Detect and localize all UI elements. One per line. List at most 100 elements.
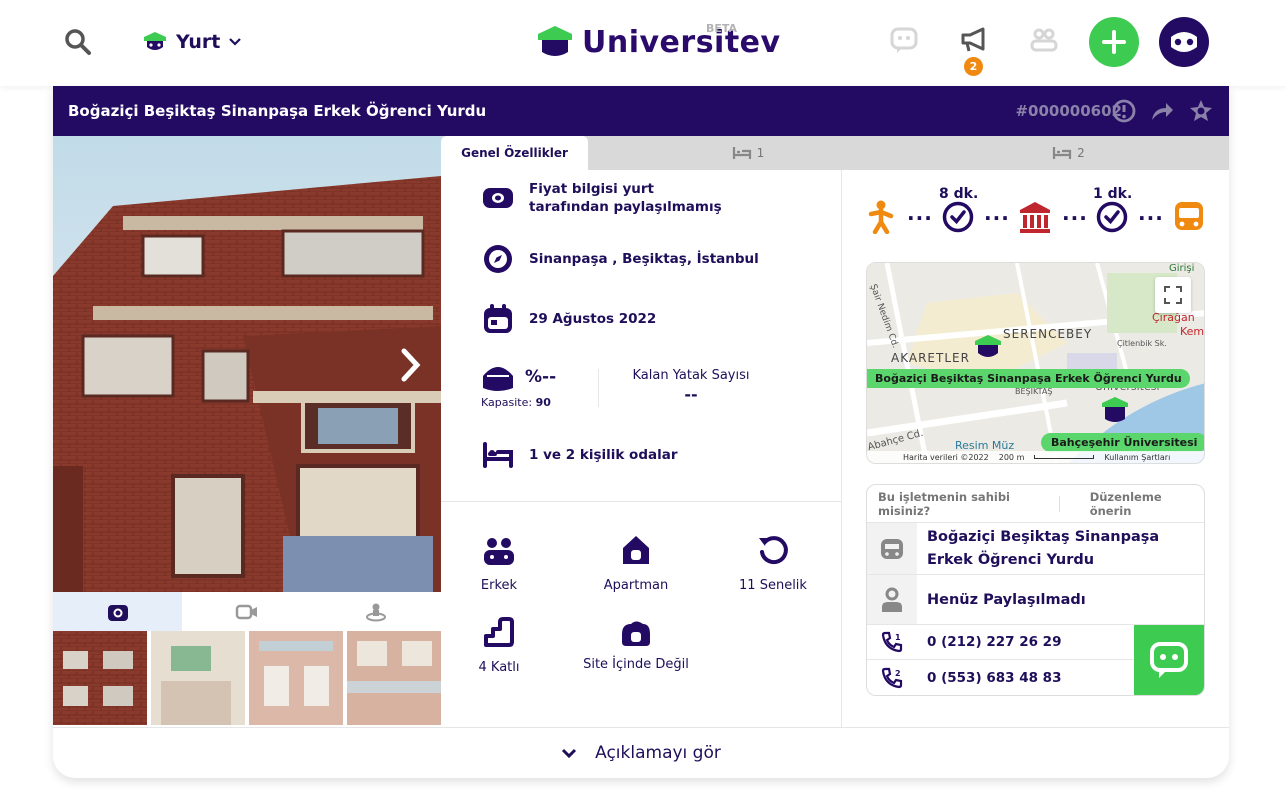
- phone-number-1[interactable]: 0 (212) 227 26 29: [917, 634, 1061, 650]
- detail-tabs: Genel Özellikler 1 2: [441, 136, 1229, 170]
- building-icon: [576, 526, 696, 566]
- manager-name: Henüz Paylaşılmadı: [927, 591, 1086, 608]
- map-scale: 200 m: [998, 452, 1025, 462]
- listing-id: #000000602: [1015, 102, 1122, 120]
- thumbnail[interactable]: [151, 631, 245, 725]
- main-photo[interactable]: [53, 136, 441, 592]
- route-dots: ···: [1062, 206, 1088, 230]
- fullscreen-icon: [1164, 286, 1182, 304]
- dorm-icon: [144, 32, 166, 50]
- bed-icon: [732, 147, 751, 159]
- walk-time: 8 dk.: [939, 186, 979, 202]
- university-map-label[interactable]: Bahçeşehir Üniversitesi: [1041, 433, 1204, 452]
- manager-row: Henüz Paylaşılmadı: [867, 575, 1204, 625]
- beta-badge: BETA: [706, 22, 738, 35]
- tab-label: 2: [1077, 146, 1085, 160]
- report-icon[interactable]: [1111, 98, 1137, 124]
- date-info: 29 Ağustos 2022: [481, 302, 656, 336]
- next-photo-arrow-icon[interactable]: [399, 348, 421, 382]
- checkpoint-icon: [1096, 201, 1128, 237]
- chat-icon[interactable]: [889, 25, 919, 55]
- phone-2-icon: 2: [867, 660, 917, 695]
- roommates-icon[interactable]: [1029, 25, 1059, 55]
- people-icon: [439, 526, 559, 566]
- location-map[interactable]: Şair Nedim Cd. SERENCEBEY AKARETLER Çitl…: [866, 262, 1205, 464]
- owner-header: Bu işletmenin sahibi misiniz? Düzenleme …: [867, 485, 1204, 523]
- compass-icon: [481, 242, 515, 276]
- tab-room-2[interactable]: 2: [908, 136, 1229, 170]
- business-name-row: Boğaziçi Beşiktaş Sinanpaşa Erkek Öğrenc…: [867, 523, 1204, 575]
- bus-icon: [1173, 200, 1205, 238]
- map-place-label: Girişi: [1169, 263, 1195, 274]
- video-tab[interactable]: [182, 592, 312, 631]
- site-icon: [576, 608, 696, 648]
- listing-title-bar: Boğaziçi Beşiktaş Sinanpaşa Erkek Öğrenc…: [53, 86, 1229, 136]
- tab-general-features[interactable]: Genel Özellikler: [441, 136, 588, 170]
- university-icon: [1018, 200, 1052, 238]
- date-text: 29 Ağustos 2022: [529, 311, 657, 327]
- map-street-label: Çitlenbik Sk.: [1117, 339, 1167, 348]
- chevron-down-icon: [562, 748, 577, 759]
- fullscreen-button[interactable]: [1155, 277, 1191, 313]
- person-icon: [867, 575, 917, 624]
- map-data-credit: Harita verileri ©2022: [903, 452, 989, 462]
- feature-label: Erkek: [480, 578, 518, 593]
- add-listing-button[interactable]: [1089, 17, 1139, 67]
- category-label: Yurt: [176, 31, 221, 53]
- location-text: Sinanpaşa , Beşiktaş, İstanbul: [529, 251, 759, 267]
- category-dropdown[interactable]: Yurt: [142, 26, 242, 58]
- chevron-down-icon: [229, 38, 242, 46]
- thumbnail[interactable]: [53, 631, 147, 725]
- expand-description-button[interactable]: Açıklamayı gör: [53, 727, 1229, 778]
- camera-icon: [107, 604, 128, 621]
- feature-label: Site İçinde Değil: [583, 657, 689, 672]
- university-pin-icon[interactable]: [1100, 395, 1130, 425]
- map-place-label: Kem: [1180, 325, 1205, 338]
- calendar-icon: [481, 302, 515, 336]
- expand-description-label: Açıklamayı gör: [595, 743, 721, 763]
- dorm-pin-icon[interactable]: [973, 333, 1003, 361]
- brand-name: Universitev: [582, 24, 781, 60]
- feature-label: 4 Katlı: [478, 660, 520, 675]
- listing-card: Boğaziçi Beşiktaş Sinanpaşa Erkek Öğrenc…: [53, 86, 1229, 778]
- phone-number-2[interactable]: 0 (553) 683 48 83: [917, 670, 1061, 686]
- map-district-label: SERENCEBEY: [1003, 327, 1093, 341]
- message-button[interactable]: [1134, 625, 1204, 695]
- tab-room-1[interactable]: 1: [588, 136, 908, 170]
- brand-logo[interactable]: Universitev BETA: [536, 22, 781, 62]
- tab-label: Genel Özellikler: [461, 146, 568, 160]
- chat-bubble-icon: [1150, 642, 1188, 678]
- bed-icon: [481, 438, 515, 472]
- mortarboard-icon: [538, 26, 572, 56]
- avatar[interactable]: [1159, 17, 1209, 67]
- panorama-tab[interactable]: [311, 592, 441, 631]
- map-terms-link[interactable]: Kullanım Şartları: [1104, 453, 1170, 462]
- rooms-text: 1 ve 2 kişilik odalar: [529, 447, 678, 463]
- svg-text:2: 2: [895, 669, 901, 678]
- suggest-edit-link[interactable]: Düzenleme önerin: [1060, 490, 1204, 518]
- tab-label: 1: [756, 146, 765, 160]
- thumbnail[interactable]: [347, 631, 441, 725]
- location-info: Sinanpaşa , Beşiktaş, İstanbul: [481, 242, 759, 276]
- dorm-map-label[interactable]: Boğaziçi Beşiktaş Sinanpaşa Erkek Öğrenc…: [867, 369, 1190, 388]
- 360-view-icon: [366, 603, 387, 621]
- plus-icon: [1102, 30, 1126, 54]
- share-icon[interactable]: [1149, 98, 1175, 124]
- robot-face-icon: [1171, 32, 1197, 52]
- price-info: Fiyat bilgisi yurt tarafından paylaşılma…: [481, 180, 741, 216]
- owner-question: Bu işletmenin sahibi misiniz?: [878, 489, 1010, 518]
- walking-person-icon: [867, 200, 895, 238]
- megaphone-icon[interactable]: [959, 25, 989, 55]
- video-camera-icon: [235, 604, 257, 619]
- thumbnail[interactable]: [249, 631, 343, 725]
- occupancy-value: %--: [525, 367, 557, 387]
- photo-tab[interactable]: [53, 592, 183, 631]
- notification-badge: 2: [964, 57, 983, 76]
- map-district-label: AKARETLER: [891, 351, 970, 365]
- store-icon: [867, 523, 917, 574]
- occupancy-icon: [483, 367, 513, 391]
- feature-site: Site İçinde Değil: [576, 608, 696, 675]
- business-name: Boğaziçi Beşiktaş Sinanpaşa Erkek Öğrenc…: [927, 528, 1160, 568]
- favorite-star-icon[interactable]: [1188, 98, 1214, 124]
- search-icon[interactable]: [64, 28, 92, 56]
